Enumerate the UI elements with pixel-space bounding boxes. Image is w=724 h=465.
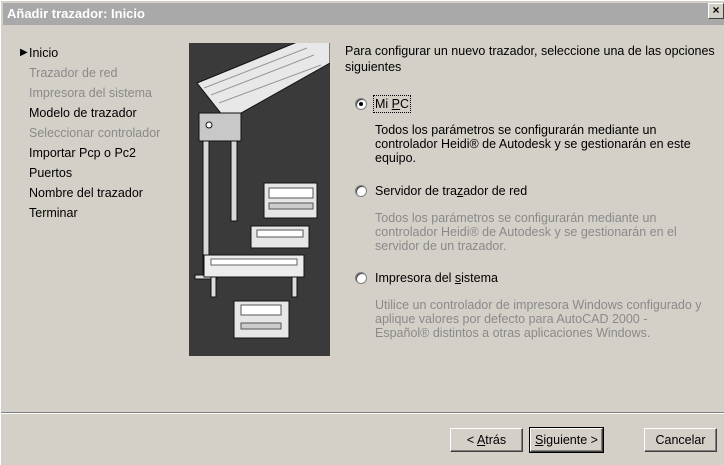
step-impresora-del-sistema: Impresora del sistema bbox=[29, 86, 152, 100]
radio-impresora-sistema[interactable] bbox=[355, 272, 367, 284]
option-mi-pc-description: Todos los parámetros se configurarán med… bbox=[375, 123, 691, 165]
next-button[interactable]: Siguiente > bbox=[529, 427, 604, 453]
radio-servidor-red[interactable] bbox=[355, 185, 367, 197]
step-terminar: Terminar bbox=[29, 206, 78, 220]
option-impresora-sistema-label[interactable]: Impresora del sistema bbox=[375, 271, 498, 285]
step-seleccionar-controlador: Seleccionar controlador bbox=[29, 126, 161, 140]
option-mi-pc-label[interactable]: Mi PC bbox=[372, 95, 412, 113]
wizard-steps: ▶ Inicio Trazador de red Impresora del si… bbox=[20, 43, 161, 223]
step-importar-pcp: Importar Pcp o Pc2 bbox=[29, 146, 136, 160]
options-panel: Para configurar un nuevo trazador, selec… bbox=[345, 43, 715, 340]
step-nombre-del-trazador: Nombre del trazador bbox=[29, 186, 143, 200]
radio-mi-pc[interactable] bbox=[355, 98, 367, 110]
option-servidor-red-label[interactable]: Servidor de trazador de red bbox=[375, 184, 527, 198]
close-icon: × bbox=[712, 3, 720, 17]
step-trazador-de-red: Trazador de red bbox=[29, 66, 118, 80]
footer-separator-highlight bbox=[1, 413, 724, 414]
step-modelo-de-trazador: Modelo de trazador bbox=[29, 106, 137, 120]
step-inicio: ▶ Inicio bbox=[20, 43, 160, 63]
intro-text: Para configurar un nuevo trazador, selec… bbox=[345, 44, 715, 74]
add-plotter-dialog: Añadir trazador: Inicio × ▶ Inicio Trazad… bbox=[0, 0, 724, 465]
option-servidor-red-description: Todos los parámetros se configurarán med… bbox=[375, 211, 677, 253]
cancel-button[interactable]: Cancelar bbox=[644, 428, 717, 452]
back-button[interactable]: < Atrás bbox=[450, 428, 523, 452]
close-button[interactable]: × bbox=[708, 3, 724, 19]
window-title: Añadir trazador: Inicio bbox=[7, 6, 145, 21]
option-impresora-sistema-description: Utilice un controlador de impresora Wind… bbox=[375, 298, 702, 340]
title-bar[interactable]: Añadir trazador: Inicio bbox=[3, 3, 724, 25]
step-puertos: Puertos bbox=[29, 166, 73, 180]
plotter-illustration bbox=[189, 43, 330, 356]
current-step-arrow-icon: ▶ bbox=[20, 47, 28, 58]
